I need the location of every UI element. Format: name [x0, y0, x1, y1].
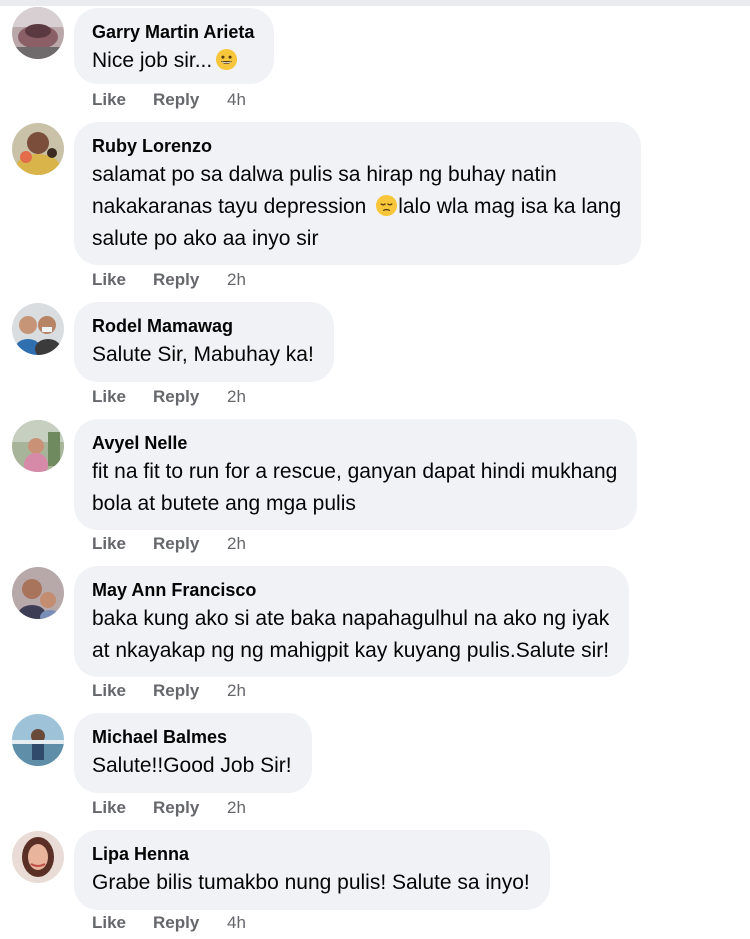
comment-text: fit na fit to run for a rescue, ganyan d… — [92, 456, 617, 520]
avatar-photo-icon — [12, 714, 64, 766]
comment-line: lalo wla mag isa ka lang — [398, 195, 622, 218]
comment-line: Salute Sir, Mabuhay ka! — [92, 343, 314, 366]
avatar-photo-icon — [12, 303, 64, 355]
comment-line: fit na fit to run for a rescue, ganyan d… — [92, 460, 618, 483]
avatar[interactable] — [12, 567, 64, 619]
avatar-photo-icon — [12, 7, 64, 59]
comment-actions: Like Reply 2h — [92, 681, 246, 703]
comment-timestamp[interactable]: 4h — [227, 913, 246, 933]
avatar-photo-icon — [12, 567, 64, 619]
comment-bubble: Ruby Lorenzo salamat po sa dalwa pulis s… — [74, 122, 642, 265]
comment-actions: Like Reply 4h — [92, 90, 246, 112]
top-divider — [0, 0, 750, 6]
like-button[interactable]: Like — [92, 681, 153, 701]
comment-text: salamat po sa dalwa pulis sa hirap ng bu… — [92, 159, 621, 255]
like-button[interactable]: Like — [92, 90, 153, 110]
comment-author[interactable]: Avyel Nelle — [92, 432, 617, 455]
comment-actions: Like Reply 2h — [92, 270, 246, 292]
avatar[interactable] — [12, 714, 64, 766]
comment-line: baka kung ako si ate baka napahagulhul n… — [92, 607, 610, 630]
reply-button[interactable]: Reply — [153, 913, 227, 933]
comment-timestamp[interactable]: 2h — [227, 387, 246, 407]
comment-line: Salute!!Good Job Sir! — [92, 754, 292, 777]
comment-timestamp[interactable]: 4h — [227, 90, 246, 110]
avatar-photo-icon — [12, 420, 64, 472]
avatar-photo-icon — [12, 831, 64, 883]
comment-text: Grabe bilis tumakbo nung pulis! Salute s… — [92, 867, 530, 899]
reply-button[interactable]: Reply — [153, 798, 227, 818]
comment-actions: Like Reply 2h — [92, 534, 246, 556]
avatar-photo-icon — [12, 123, 64, 175]
avatar[interactable] — [12, 303, 64, 355]
comment-text: baka kung ako si ate baka napahagulhul n… — [92, 603, 609, 667]
comment-line: salamat po sa dalwa pulis sa hirap ng bu… — [92, 163, 557, 186]
comment-author[interactable]: Lipa Henna — [92, 843, 530, 866]
grinning-face-emoji — [215, 48, 238, 71]
reply-button[interactable]: Reply — [153, 681, 227, 701]
comment-author[interactable]: May Ann Francisco — [92, 579, 609, 602]
comment-author[interactable]: Rodel Mamawag — [92, 315, 314, 338]
avatar[interactable] — [12, 7, 64, 59]
comment-line: Grabe bilis tumakbo nung pulis! Salute s… — [92, 871, 530, 894]
comment-bubble: May Ann Francisco baka kung ako si ate b… — [74, 566, 630, 677]
like-button[interactable]: Like — [92, 798, 153, 818]
avatar[interactable] — [12, 123, 64, 175]
comment-timestamp[interactable]: 2h — [227, 798, 246, 818]
comment-line: nakakaranas tayu depression — [92, 195, 367, 218]
comment-author[interactable]: Ruby Lorenzo — [92, 135, 621, 158]
comment-bubble: Rodel Mamawag Salute Sir, Mabuhay ka! — [74, 302, 334, 382]
comment-bubble: Avyel Nelle fit na fit to run for a resc… — [74, 419, 638, 530]
comment-line: Nice job sir... — [92, 49, 213, 72]
reply-button[interactable]: Reply — [153, 387, 227, 407]
avatar[interactable] — [12, 831, 64, 883]
comment-author[interactable]: Michael Balmes — [92, 726, 292, 749]
comment-actions: Like Reply 2h — [92, 387, 246, 409]
like-button[interactable]: Like — [92, 270, 153, 290]
comment-author[interactable]: Garry Martin Arieta — [92, 21, 254, 44]
like-button[interactable]: Like — [92, 534, 153, 554]
comment-bubble: Lipa Henna Grabe bilis tumakbo nung puli… — [74, 830, 550, 910]
reply-button[interactable]: Reply — [153, 90, 227, 110]
comment-line: salute po ako aa inyo sir — [92, 227, 319, 250]
comment-actions: Like Reply 4h — [92, 913, 246, 935]
comment-timestamp[interactable]: 2h — [227, 270, 246, 290]
like-button[interactable]: Like — [92, 913, 153, 933]
comment-text: Salute Sir, Mabuhay ka! — [92, 339, 314, 371]
reply-button[interactable]: Reply — [153, 534, 227, 554]
comment-timestamp[interactable]: 2h — [227, 534, 246, 554]
comment-line: bola at butete ang mga pulis — [92, 492, 356, 515]
comment-timestamp[interactable]: 2h — [227, 681, 246, 701]
comment-line: at nkayakap ng ng mahigpit kay kuyang pu… — [92, 639, 610, 662]
reply-button[interactable]: Reply — [153, 270, 227, 290]
comment-bubble: Michael Balmes Salute!!Good Job Sir! — [74, 713, 312, 793]
comment-actions: Like Reply 2h — [92, 798, 246, 820]
pensive-face-emoji — [375, 194, 398, 217]
comment-text: Salute!!Good Job Sir! — [92, 750, 292, 782]
comment-text: Nice job sir... — [92, 45, 254, 77]
avatar[interactable] — [12, 420, 64, 472]
comment-bubble: Garry Martin Arieta Nice job sir... — [74, 8, 275, 84]
like-button[interactable]: Like — [92, 387, 153, 407]
